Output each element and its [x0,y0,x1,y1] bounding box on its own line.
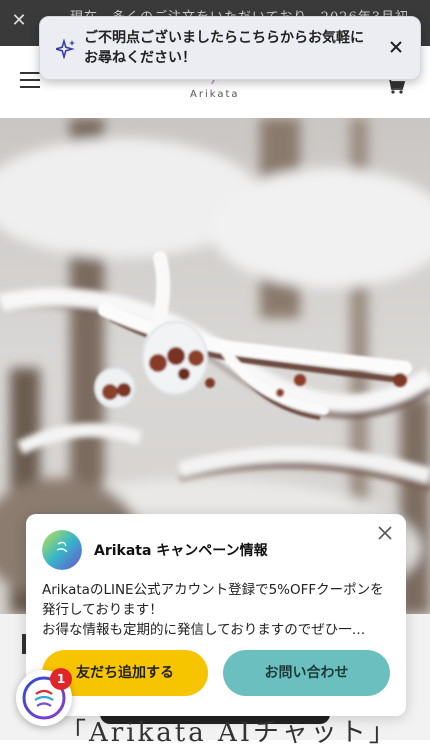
popup-body: ArikataのLINE公式アカウント登録で5%OFFクーポンを 発行しておりま… [42,580,394,640]
line-campaign-popup: Arikata キャンペーン情報 ArikataのLINE公式アカウント登録で5… [26,514,406,716]
sparkle-icon [56,39,75,59]
popup-close-icon[interactable] [376,524,394,542]
campaign-avatar [42,530,82,570]
popup-body-line: 発行しております！ [42,602,163,618]
close-icon[interactable] [386,37,406,57]
contact-button[interactable]: お問い合わせ [223,650,390,696]
help-notice-message: ご不明点ございましたらこちらからお気軽にお尋ねください！ [84,30,364,66]
help-notice-toast[interactable]: ご不明点ございましたらこちらからお気軽にお尋ねください！ [39,16,421,80]
ai-chat-heading: 「Arikata AIチャット」 [60,718,398,748]
notification-badge: 1 [50,668,72,690]
popup-body-line: お得な情報も定期的に発信しておりますのでぜひ一… [42,622,366,638]
hamburger-menu-icon[interactable] [20,72,40,88]
site-logo[interactable]: Arikata [190,89,240,100]
popup-title: Arikata キャンペーン情報 [94,543,268,559]
popup-body-line: ArikataのLINE公式アカウント登録で5%OFFクーポンを [42,582,384,598]
announcement-close-button[interactable]: ✕ [8,10,30,32]
